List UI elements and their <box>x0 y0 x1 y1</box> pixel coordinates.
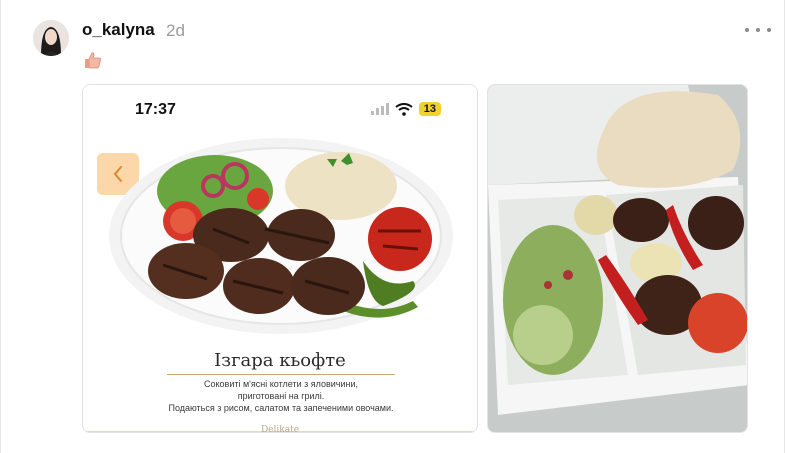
brand-logo: Delikate <box>260 425 300 433</box>
post-card: o_kalyna 2d 17:37 13 Ізгара кьофте Соков… <box>0 0 785 453</box>
wifi-icon <box>395 102 413 116</box>
timestamp: 2d <box>166 21 185 40</box>
battery-icon: 13 <box>418 102 441 116</box>
signal-icon <box>370 103 389 115</box>
dish-plate-image <box>109 138 453 334</box>
more-options-icon[interactable] <box>745 20 771 40</box>
description-line: Подаються з рисом, салатом та запеченими… <box>168 403 394 413</box>
description-line: Соковиті м'ясні котлети з яловичини, <box>204 379 358 389</box>
username[interactable]: o_kalyna <box>82 20 155 40</box>
description-line: приготовані на грилі. <box>237 391 325 401</box>
divider <box>167 374 395 375</box>
menu-screenshot-image[interactable]: 17:37 13 Ізгара кьофте Соковиті м'ясні к… <box>82 84 478 433</box>
status-icons: 13 <box>370 102 441 116</box>
thumbs-up-icon <box>83 50 103 70</box>
status-time: 17:37 <box>135 101 176 118</box>
dish-description: Соковиті м'ясні котлети з яловичини, при… <box>113 378 449 414</box>
avatar[interactable] <box>33 20 69 56</box>
dish-title: Ізгара кьофте <box>214 350 346 371</box>
takeaway-photo-image[interactable] <box>487 84 748 433</box>
